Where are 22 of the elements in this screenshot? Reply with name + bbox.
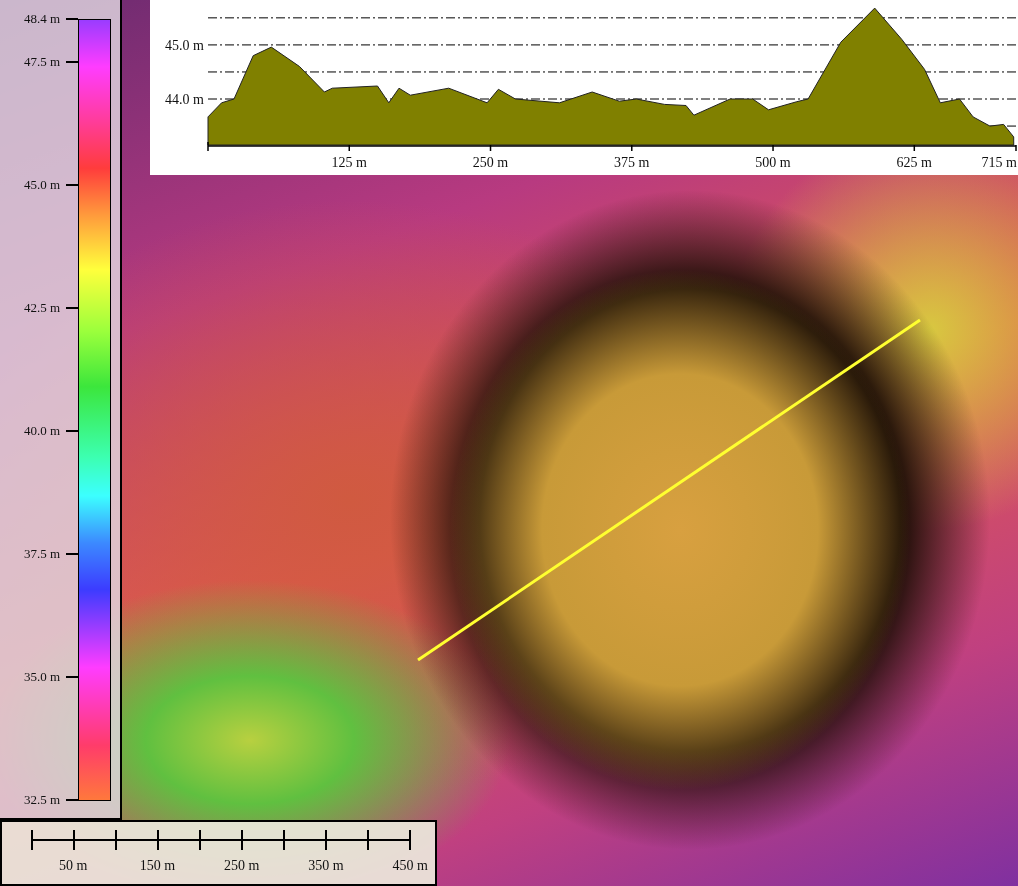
profile-line[interactable] (417, 318, 921, 662)
scale-label: 250 m (222, 858, 261, 874)
legend-label: 35.0 m (22, 669, 60, 685)
legend-label: 45.0 m (22, 177, 60, 193)
x-tick-label: 715 m (981, 155, 1017, 170)
scale-label: 450 m (391, 858, 429, 874)
scale-label: 350 m (307, 858, 345, 874)
legend-label: 48.4 m (22, 11, 60, 27)
scale-label: 50 m (57, 858, 89, 874)
x-tick-label: 625 m (896, 155, 932, 170)
x-tick-label: 250 m (472, 155, 509, 170)
scale-label: 150 m (138, 858, 177, 874)
legend-label: 47.5 m (22, 54, 60, 70)
x-tick-label: 125 m (331, 155, 367, 170)
x-tick-label: 500 m (755, 155, 791, 170)
y-tick-label: 45.0 m (165, 37, 204, 53)
legend-label: 42.5 m (22, 300, 60, 316)
legend-label: 37.5 m (22, 546, 60, 562)
legend-label: 32.5 m (22, 792, 60, 808)
y-tick-label: 44.0 m (165, 92, 204, 107)
x-tick-label: 375 m (614, 155, 650, 170)
legend-label: 40.0 m (22, 423, 60, 439)
